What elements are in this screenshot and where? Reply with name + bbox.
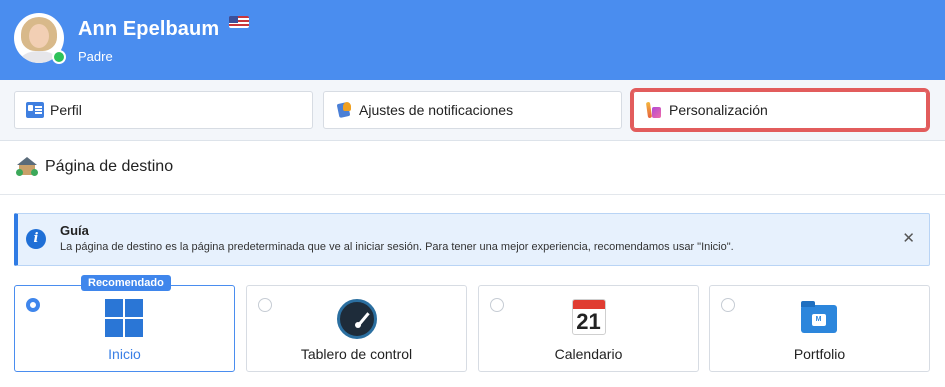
speedometer-icon [336,299,377,339]
tab-personalization[interactable]: Personalización [630,88,930,132]
portfolio-folder-icon: M [800,299,840,337]
section-title: Página de destino [16,157,173,177]
option-label: Calendario [554,346,623,362]
landing-option-portfolio[interactable]: M Portfolio [709,285,930,372]
option-label: Portfolio [793,346,846,362]
calendar-icon: 21 [569,299,609,337]
windows-grid-icon [104,299,145,337]
landing-option-inicio[interactable]: Inicio [14,285,235,372]
guide-text: La página de destino es la página predet… [60,241,734,253]
landing-option-dashboard[interactable]: Tablero de control [246,285,467,372]
close-icon[interactable]: ✕ [902,230,915,248]
online-status-indicator [52,50,66,64]
option-label: Tablero de control [300,346,413,362]
info-icon: i [26,229,46,249]
profile-header: Ann Epelbaum Padre [0,0,945,80]
divider [0,194,945,195]
tab-label: Perfil [50,102,82,118]
user-role: Padre [78,49,113,64]
tab-perfil[interactable]: Perfil [14,91,313,129]
settings-tabbar: Perfil Ajustes de notificaciones Persona… [0,80,945,141]
user-name: Ann Epelbaum [78,18,220,40]
option-label: Inicio [108,346,141,362]
guide-alert: i Guía La página de destino es la página… [14,213,930,266]
tab-notification-settings[interactable]: Ajustes de notificaciones [323,91,622,129]
notification-settings-icon [335,102,353,118]
calendar-day: 21 [576,309,601,334]
tab-label: Ajustes de notificaciones [359,102,514,118]
tab-label: Personalización [669,102,768,118]
paint-icon [645,102,663,118]
house-icon [16,157,38,177]
recommended-badge: Recomendado [81,275,171,291]
id-card-icon [26,102,44,118]
radio-button[interactable] [26,298,40,312]
radio-button[interactable] [490,298,504,312]
landing-option-calendar[interactable]: 21 Calendario [478,285,699,372]
radio-button[interactable] [258,298,272,312]
guide-title: Guía [60,223,89,238]
radio-button[interactable] [721,298,735,312]
us-flag-icon [229,16,249,28]
section-title-text: Página de destino [45,158,174,175]
